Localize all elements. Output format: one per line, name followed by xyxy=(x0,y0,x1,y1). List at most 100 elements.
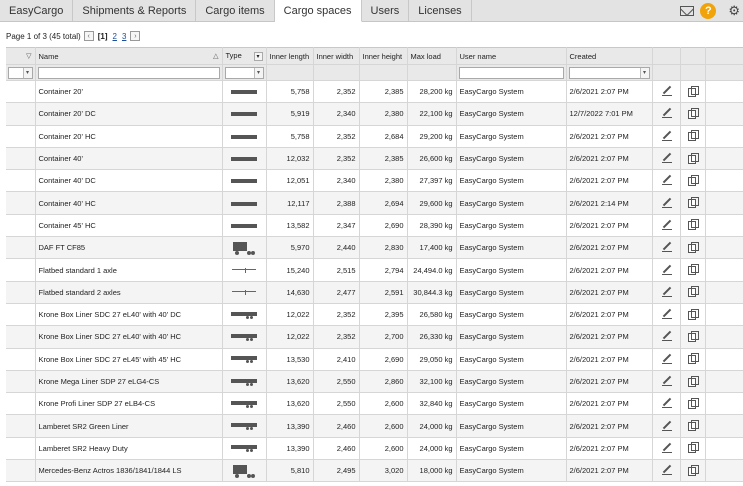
table-row[interactable]: Container 40' 12,032 2,352 2,385 26,600 kg Ea… xyxy=(6,147,743,171)
tab-shipments-reports[interactable]: Shipments & Reports xyxy=(73,0,197,21)
row-selector-cell[interactable] xyxy=(6,102,36,126)
row-selector-cell[interactable] xyxy=(6,169,36,193)
table-row[interactable]: Container 20' HC 5,758 2,352 2,684 29,200 kg… xyxy=(6,125,743,148)
edit-icon[interactable] xyxy=(661,108,672,119)
table-row[interactable]: Container 40' DC 12,051 2,340 2,380 27,397 k… xyxy=(6,169,743,193)
name-filter-input[interactable] xyxy=(37,66,220,79)
row-selector-cell[interactable] xyxy=(6,414,36,438)
type-filter-dropdown[interactable]: ▾ xyxy=(224,66,264,79)
table-row[interactable]: Krone Profi Liner SDP 27 eLB4-CS 13,620 2,… xyxy=(6,392,743,416)
edit-icon[interactable] xyxy=(661,443,672,453)
table-row[interactable]: Container 45' HC 13,582 2,347 2,690 28,390 k… xyxy=(6,214,743,238)
row-selector-cell[interactable] xyxy=(6,147,36,171)
edit-icon[interactable] xyxy=(661,287,672,297)
column-header-selector[interactable]: ▽ xyxy=(6,47,36,65)
row-selector-cell[interactable] xyxy=(6,80,36,104)
edit-icon[interactable] xyxy=(661,309,672,320)
column-header-created[interactable]: Created xyxy=(566,47,653,65)
column-header-user-name[interactable]: User name xyxy=(456,47,567,65)
edit-icon[interactable] xyxy=(661,421,672,431)
table-row[interactable]: Container 20' DC 5,919 2,340 2,380 22,100 kg… xyxy=(6,102,743,126)
row-selector-cell[interactable] xyxy=(6,236,36,260)
edit-icon[interactable] xyxy=(661,354,672,364)
column-header-inner-height[interactable]: Inner height xyxy=(359,47,408,65)
selector-filter-dropdown[interactable]: ▾ xyxy=(8,66,33,79)
row-selector-cell[interactable] xyxy=(6,214,36,238)
column-header-type[interactable]: Type ▾ xyxy=(222,47,267,65)
copy-icon[interactable] xyxy=(688,442,699,454)
table-row[interactable]: Krone Box Liner SDC 27 eL40' with 40' DC… xyxy=(6,303,743,327)
table-row[interactable]: Flatbed standard 1 axle 15,240 2,515 2,794 2… xyxy=(6,258,743,282)
edit-icon[interactable] xyxy=(661,265,672,275)
edit-icon[interactable] xyxy=(661,153,672,164)
copy-icon[interactable] xyxy=(688,308,699,320)
help-icon[interactable]: ? xyxy=(700,2,717,19)
copy-icon[interactable] xyxy=(688,219,699,231)
copy-icon[interactable] xyxy=(688,264,699,276)
copy-icon[interactable] xyxy=(688,152,699,164)
pager-page-3[interactable]: 3 xyxy=(121,32,127,41)
column-header-inner-width[interactable]: Inner width xyxy=(313,47,360,65)
copy-icon[interactable] xyxy=(688,85,699,97)
table-row[interactable]: Krone Box Liner SDC 27 eL45' with 45' HC… xyxy=(6,348,743,371)
gear-icon[interactable]: ⚙ xyxy=(728,3,740,19)
user-name-filter-input[interactable] xyxy=(458,66,564,79)
edit-icon[interactable] xyxy=(661,465,672,476)
pager-prev-button[interactable]: ‹ xyxy=(83,31,94,41)
row-selector-cell[interactable] xyxy=(6,348,36,371)
table-row[interactable]: Lamberet SR2 Green Liner 13,390 2,460 2,600… xyxy=(6,414,743,438)
copy-icon[interactable] xyxy=(688,375,699,387)
tab-licenses[interactable]: Licenses xyxy=(409,0,472,21)
copy-icon[interactable] xyxy=(688,286,699,298)
column-header-max-load[interactable]: Max load xyxy=(407,47,457,65)
table-row[interactable]: DAF FT CF85 5,970 2,440 2,830 17,400 kg EasyC… xyxy=(6,236,743,260)
table-row[interactable]: Container 40' HC 12,117 2,388 2,694 29,600 k… xyxy=(6,191,743,215)
edit-icon[interactable] xyxy=(661,398,672,409)
tab-cargo-items[interactable]: Cargo items xyxy=(196,0,275,21)
row-selector-cell[interactable] xyxy=(6,191,36,215)
created-filter-dropdown[interactable]: ▾ xyxy=(568,66,650,79)
column-header-inner-length[interactable]: Inner length xyxy=(266,47,314,65)
edit-icon[interactable] xyxy=(661,175,672,186)
row-selector-cell[interactable] xyxy=(6,437,36,461)
copy-icon[interactable] xyxy=(688,330,699,342)
edit-icon[interactable] xyxy=(661,220,672,230)
copy-icon[interactable] xyxy=(688,353,699,365)
pager-page-2[interactable]: 2 xyxy=(112,32,118,41)
row-selector-cell[interactable] xyxy=(6,125,36,148)
table-row[interactable]: Mercedes-Benz Actros 1836/1841/1844 LS 5,… xyxy=(6,459,743,483)
copy-icon[interactable] xyxy=(688,397,699,409)
tab-cargo-spaces[interactable]: Cargo spaces xyxy=(274,0,362,22)
mail-icon[interactable] xyxy=(680,5,695,16)
copy-icon[interactable] xyxy=(688,130,699,142)
copy-icon[interactable] xyxy=(688,174,699,186)
column-header-name[interactable]: Name △ xyxy=(35,47,223,65)
copy-icon[interactable] xyxy=(688,197,699,209)
row-selector-cell[interactable] xyxy=(6,459,36,483)
copy-icon[interactable] xyxy=(688,420,699,432)
copy-icon[interactable] xyxy=(688,107,699,119)
row-selector-cell[interactable] xyxy=(6,370,36,394)
table-row[interactable]: Container 20' 5,758 2,352 2,385 28,200 kg Eas… xyxy=(6,80,743,104)
row-selector-cell[interactable] xyxy=(6,258,36,282)
copy-icon[interactable] xyxy=(688,464,699,476)
edit-icon[interactable] xyxy=(661,376,672,386)
edit-icon[interactable] xyxy=(661,131,672,141)
table-row[interactable]: Lamberet SR2 Heavy Duty 13,390 2,460 2,600 2… xyxy=(6,437,743,461)
edit-icon[interactable] xyxy=(661,242,672,253)
row-selector-cell[interactable] xyxy=(6,303,36,327)
row-selector-cell[interactable] xyxy=(6,325,36,349)
edit-icon[interactable] xyxy=(661,86,672,97)
table-row[interactable]: Krone Mega Liner SDP 27 eLG4-CS 13,620 2,5… xyxy=(6,370,743,394)
copy-icon[interactable] xyxy=(688,241,699,253)
tab-users[interactable]: Users xyxy=(362,0,410,21)
table-row[interactable]: Flatbed standard 2 axles 14,630 2,477 2,591… xyxy=(6,281,743,304)
table-row[interactable]: Krone Box Liner SDC 27 eL40' with 40' HC… xyxy=(6,325,743,349)
edit-icon[interactable] xyxy=(661,331,672,342)
edit-icon[interactable] xyxy=(661,198,672,208)
chevron-down-icon[interactable]: ▾ xyxy=(253,52,263,61)
pager-next-button[interactable]: › xyxy=(130,31,141,41)
row-selector-cell[interactable] xyxy=(6,281,36,304)
tab-easycargo[interactable]: EasyCargo xyxy=(0,0,74,21)
row-selector-cell[interactable] xyxy=(6,392,36,416)
